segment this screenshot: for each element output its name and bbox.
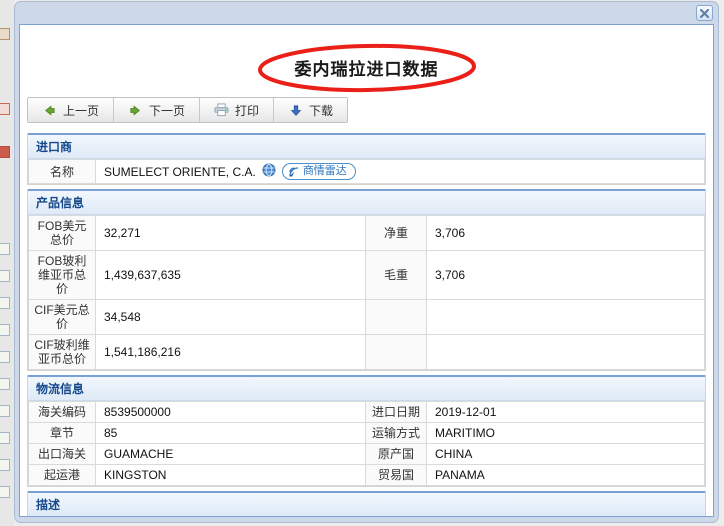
pager-toolbar: 上一页 下一页 打印 — [27, 97, 348, 123]
page-title-block: 委内瑞拉进口数据 — [291, 55, 443, 80]
field-value: 1,439,637,635 — [96, 251, 366, 300]
globe-icon[interactable] — [262, 163, 276, 180]
background-icon — [0, 378, 10, 390]
background-icon — [0, 28, 10, 40]
importer-section-header: 进口商 — [28, 133, 705, 159]
field-value — [427, 300, 705, 335]
field-label: FOB美元总价 — [29, 216, 96, 251]
page-title: 委内瑞拉进口数据 — [291, 55, 443, 80]
prev-page-button[interactable]: 上一页 — [28, 98, 114, 122]
prev-page-label: 上一页 — [63, 102, 99, 119]
logistics-header: 物流信息 — [28, 375, 705, 401]
field-label: 运输方式 — [366, 423, 427, 444]
table-row: 起运港 KINGSTON 贸易国 PANAMA — [29, 465, 705, 486]
field-label — [366, 335, 427, 370]
table-row: 海关编码 8539500000 进口日期 2019-12-01 — [29, 402, 705, 423]
background-icon — [0, 324, 10, 336]
table-row: FOB美元总价 32,271 净重 3,706 — [29, 216, 705, 251]
field-value: 2019-12-01 — [427, 402, 705, 423]
field-label: 出口海关 — [29, 444, 96, 465]
download-label: 下载 — [309, 102, 333, 119]
table-row: 出口海关 GUAMACHE 原产国 CHINA — [29, 444, 705, 465]
arrow-down-blue-icon — [288, 103, 303, 118]
background-icon — [0, 351, 10, 363]
close-button[interactable] — [696, 5, 713, 21]
field-label: 贸易国 — [366, 465, 427, 486]
description-section: 描述 章节描述 MÁQUINAS, APARATOS Y MATERIAL EL… — [27, 491, 706, 517]
field-value: PANAMA — [427, 465, 705, 486]
next-page-label: 下一页 — [149, 102, 185, 119]
field-label: 净重 — [366, 216, 427, 251]
field-value: 3,706 — [427, 216, 705, 251]
download-button[interactable]: 下载 — [274, 98, 347, 122]
field-label: 名称 — [29, 160, 96, 184]
import-record-dialog: 委内瑞拉进口数据 上一页 下一页 — [14, 1, 719, 523]
background-icon — [0, 432, 10, 444]
importer-name: SUMELECT ORIENTE, C.A. — [104, 165, 256, 179]
field-value: SUMELECT ORIENTE, C.A. — [96, 160, 705, 184]
field-value: CHINA — [427, 444, 705, 465]
background-icon — [0, 146, 10, 158]
table-row: CIF玻利维亚币总价 1,541,186,216 — [29, 335, 705, 370]
next-page-button[interactable]: 下一页 — [114, 98, 200, 122]
product-info-header: 产品信息 — [28, 189, 705, 215]
logistics-section: 物流信息 海关编码 8539500000 进口日期 2019-12-01 章节 … — [27, 375, 706, 487]
field-label: 毛重 — [366, 251, 427, 300]
table-row: FOB玻利维亚币总价 1,439,637,635 毛重 3,706 — [29, 251, 705, 300]
field-value: 1,541,186,216 — [96, 335, 366, 370]
field-label: CIF玻利维亚币总价 — [29, 335, 96, 370]
field-value: 34,548 — [96, 300, 366, 335]
importer-table: 名称 SUMELECT ORIENTE, C.A. — [28, 159, 705, 184]
background-icon — [0, 243, 10, 255]
table-row: 名称 SUMELECT ORIENTE, C.A. — [29, 160, 705, 184]
field-label: 章节 — [29, 423, 96, 444]
print-label: 打印 — [235, 102, 259, 119]
dialog-body: 委内瑞拉进口数据 上一页 下一页 — [19, 24, 714, 517]
field-value: 32,271 — [96, 216, 366, 251]
table-row: 章节 85 运输方式 MARITIMO — [29, 423, 705, 444]
radar-icon — [288, 166, 300, 178]
field-label: 海关编码 — [29, 402, 96, 423]
background-icon — [0, 270, 10, 282]
table-row: CIF美元总价 34,548 — [29, 300, 705, 335]
field-value: MARITIMO — [427, 423, 705, 444]
background-page-sliver — [0, 0, 14, 526]
field-value: 3,706 — [427, 251, 705, 300]
field-label — [366, 300, 427, 335]
print-button[interactable]: 打印 — [200, 98, 274, 122]
arrow-left-green-icon — [42, 103, 57, 118]
close-icon — [700, 9, 709, 18]
field-label: 进口日期 — [366, 402, 427, 423]
background-icon — [0, 459, 10, 471]
background-icon — [0, 486, 10, 498]
field-value: GUAMACHE — [96, 444, 366, 465]
field-value: 8539500000 — [96, 402, 366, 423]
field-label: FOB玻利维亚币总价 — [29, 251, 96, 300]
record-detail: 进口商 名称 SUMELECT ORIENTE, C.A. — [27, 133, 706, 517]
product-info-table: FOB美元总价 32,271 净重 3,706 FOB玻利维亚币总价 1,439… — [28, 215, 705, 370]
background-icon — [0, 297, 10, 309]
background-icon — [0, 405, 10, 417]
logistics-table: 海关编码 8539500000 进口日期 2019-12-01 章节 85 运输… — [28, 401, 705, 486]
field-label: CIF美元总价 — [29, 300, 96, 335]
field-value: KINGSTON — [96, 465, 366, 486]
field-value — [427, 335, 705, 370]
arrow-right-green-icon — [128, 103, 143, 118]
field-label: 原产国 — [366, 444, 427, 465]
field-value: 85 — [96, 423, 366, 444]
importer-section: 进口商 名称 SUMELECT ORIENTE, C.A. — [27, 133, 706, 185]
description-header: 描述 — [28, 491, 705, 517]
business-radar-badge[interactable]: 商情雷达 — [282, 163, 356, 180]
dialog-titlebar[interactable] — [15, 2, 718, 24]
field-label: 起运港 — [29, 465, 96, 486]
background-icon — [0, 103, 10, 115]
printer-icon — [214, 103, 229, 118]
radar-badge-label: 商情雷达 — [303, 165, 347, 178]
product-info-section: 产品信息 FOB美元总价 32,271 净重 3,706 FOB玻利维亚币总价 … — [27, 189, 706, 371]
